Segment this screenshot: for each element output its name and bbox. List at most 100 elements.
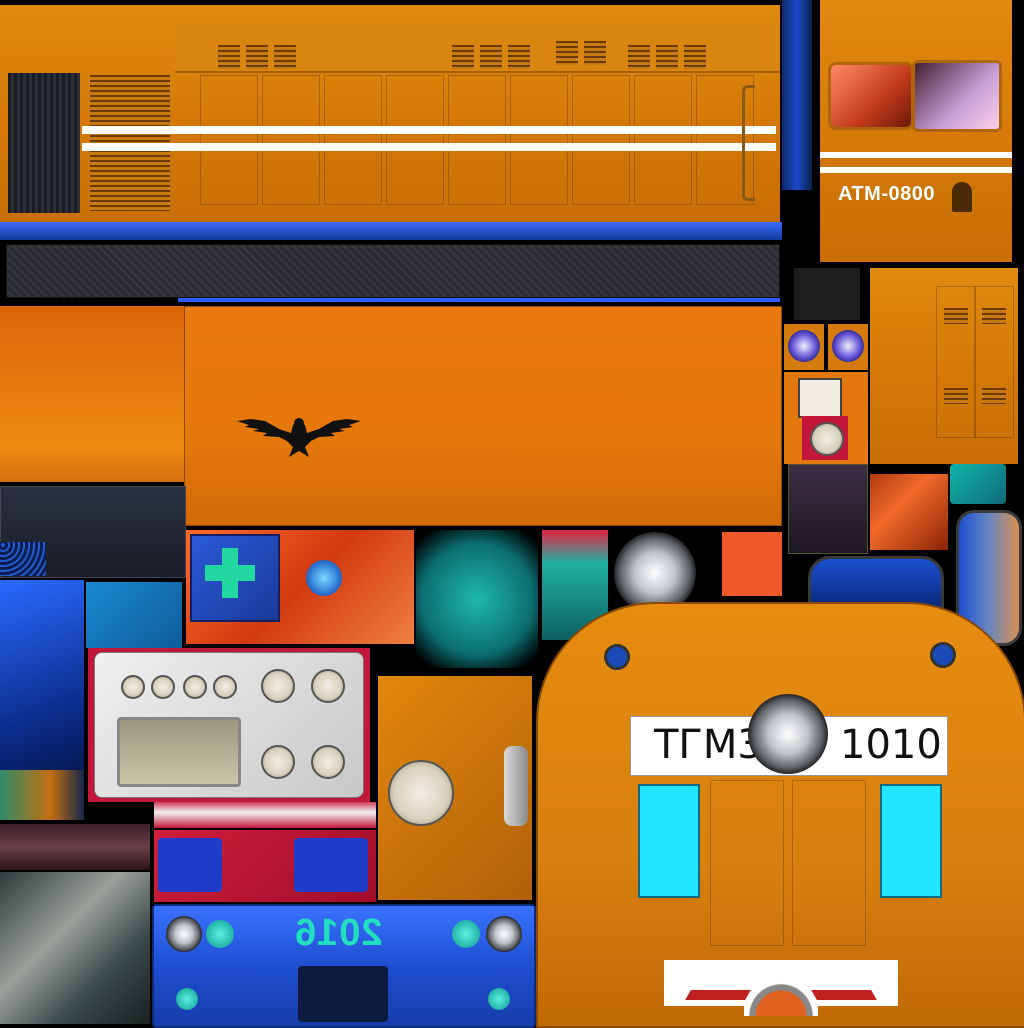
roof-vent: [684, 45, 706, 69]
cabinet-vent: [944, 388, 968, 404]
walkway-strip: [6, 244, 780, 298]
gauge-icon: [121, 675, 145, 699]
plate-slot: [298, 966, 388, 1022]
cab-window-right: [912, 60, 1002, 132]
year-plate: 2016: [152, 904, 536, 1028]
side-door: [634, 75, 692, 205]
radiator-grille: [8, 73, 80, 213]
white-stripe: [82, 126, 776, 134]
switch-box: [294, 838, 368, 892]
teal-lamp-icon: [206, 920, 234, 948]
frame-edge-blue: [0, 222, 782, 240]
dash-panel: [94, 652, 364, 798]
side-door: [572, 75, 630, 205]
roof-vent: [628, 45, 650, 69]
roof-vent: [218, 45, 240, 69]
roof-vent: [274, 45, 296, 69]
fan-icon: [832, 330, 864, 362]
cabinet-vent: [982, 388, 1006, 404]
side-number-label: ATM-0800: [838, 183, 935, 205]
lamp-icon: [930, 642, 956, 668]
roof-vent: [584, 41, 606, 65]
eagle-emblem-icon: [237, 418, 361, 457]
cab-side-panel: ATM-0800: [820, 0, 1012, 262]
front-door: [710, 780, 784, 946]
front-number-label: 1010: [840, 722, 942, 768]
fan-icon: [788, 330, 820, 362]
cabinet-vent: [944, 308, 968, 324]
frame-edge-thin: [178, 298, 780, 302]
side-door: [510, 75, 568, 205]
truck-mechanism: [0, 872, 150, 1024]
blue-gravel: [0, 542, 46, 576]
blue-mechanism: [0, 580, 84, 770]
teal-lamp-icon: [488, 988, 510, 1010]
roof-vent: [508, 45, 530, 69]
gauge-cabinet: [784, 372, 868, 464]
plate-year-label: 2016: [294, 912, 383, 954]
white-stripe: [82, 143, 776, 151]
roof-vent: [556, 41, 578, 65]
side-door: [200, 75, 258, 205]
socket-icon: [306, 560, 342, 596]
cyan-tile: [86, 582, 182, 648]
gauge-icon: [311, 669, 345, 703]
side-body-panel: [0, 5, 780, 225]
greenish-tile: [0, 770, 84, 820]
gauge-cabinet-large: [378, 676, 532, 900]
grab-handle: [742, 85, 755, 201]
teal-compressor: [416, 530, 538, 668]
front-door: [792, 780, 866, 946]
headlight-icon: [486, 916, 522, 952]
roof-vent: [452, 45, 474, 69]
gauge-icon: [810, 422, 844, 456]
dash-screen: [117, 717, 241, 787]
first-aid-cross-icon: [205, 565, 255, 581]
side-door: [262, 75, 320, 205]
front-model-label: TГМ3: [654, 722, 763, 768]
cab-step-hole: [952, 182, 972, 212]
front-emblem-wing-left: [685, 990, 751, 1000]
gauge-icon: [311, 745, 345, 779]
cabinet-door-panel: [870, 268, 1018, 464]
left-orange-gradient: [0, 306, 184, 482]
side-door: [324, 75, 382, 205]
headlight-icon: [748, 694, 828, 774]
meter-icon: [798, 378, 842, 418]
front-emblem-wing-right: [811, 990, 877, 1000]
control-box: [788, 464, 868, 554]
gauge-icon: [388, 760, 454, 826]
cylinder: [504, 746, 528, 826]
dash-red-frame: [88, 648, 370, 802]
switch-box: [158, 838, 222, 892]
side-door: [386, 75, 444, 205]
headlight-icon: [166, 916, 202, 952]
hood-panel: [184, 306, 782, 526]
gauge-icon: [213, 675, 237, 699]
teal-item: [950, 464, 1006, 504]
roof-vent: [656, 45, 678, 69]
gauge-icon: [261, 745, 295, 779]
lamp-icon: [604, 644, 630, 670]
teal-lamp-icon: [452, 920, 480, 948]
gauge-icon: [183, 675, 207, 699]
cabinet-vent: [982, 308, 1006, 324]
cab-white-stripe: [820, 167, 1012, 173]
front-window-left: [638, 784, 700, 898]
cab-front: TГМ3 1010: [536, 602, 1024, 1028]
switch-panel: [154, 830, 376, 902]
orange-square: [722, 532, 782, 596]
gauge-icon: [151, 675, 175, 699]
roof-vent: [246, 45, 268, 69]
gauge-icon: [261, 669, 295, 703]
cab-white-stripe: [820, 152, 1012, 158]
side-door: [448, 75, 506, 205]
pipe-tile: [0, 824, 150, 870]
front-window-right: [880, 784, 942, 898]
first-aid-panel: [186, 530, 414, 644]
red-orange-box: [870, 474, 948, 550]
cab-window-left: [828, 62, 914, 130]
roof-vent: [480, 45, 502, 69]
dark-block: [794, 268, 860, 320]
dark-blue-strip: [782, 0, 812, 190]
